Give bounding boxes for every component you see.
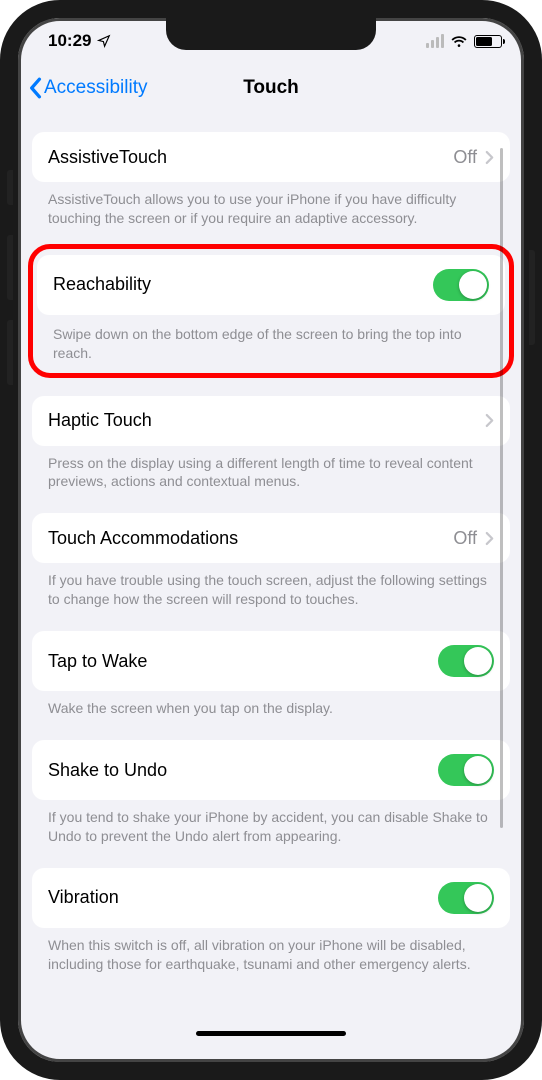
location-icon [97,34,111,48]
chevron-right-icon [485,413,494,428]
page-title: Touch [243,77,299,99]
row-label: Tap to Wake [48,651,147,672]
row-description: Swipe down on the bottom edge of the scr… [37,315,505,363]
shake-to-undo-row[interactable]: Shake to Undo [32,740,510,800]
row-description: If you tend to shake your iPhone by acci… [32,800,510,846]
chevron-right-icon [485,150,494,165]
reachability-row[interactable]: Reachability [37,255,505,315]
row-description: AssistiveTouch allows you to use your iP… [32,182,510,228]
nav-bar: Accessibility Touch [18,64,524,112]
home-indicator[interactable] [196,1031,346,1036]
status-time: 10:29 [48,31,91,51]
back-button[interactable]: Accessibility [28,77,147,99]
scroll-indicator[interactable] [500,148,503,828]
assistivetouch-row[interactable]: AssistiveTouch Off [32,132,510,182]
row-value: Off [453,528,477,549]
row-description: If you have trouble using the touch scre… [32,563,510,609]
row-label: Touch Accommodations [48,528,238,549]
settings-list[interactable]: AssistiveTouch Off AssistiveTouch allows… [18,112,524,1042]
tap-to-wake-toggle[interactable] [438,645,494,677]
wifi-icon [450,34,468,48]
haptic-touch-row[interactable]: Haptic Touch [32,396,510,446]
shake-to-undo-toggle[interactable] [438,754,494,786]
tap-to-wake-row[interactable]: Tap to Wake [32,631,510,691]
back-label: Accessibility [44,77,147,99]
row-label: Shake to Undo [48,760,167,781]
row-label: Reachability [53,274,151,295]
row-description: When this switch is off, all vibration o… [32,928,510,974]
chevron-right-icon [485,531,494,546]
row-label: AssistiveTouch [48,147,167,168]
touch-accommodations-row[interactable]: Touch Accommodations Off [32,513,510,563]
vibration-row[interactable]: Vibration [32,868,510,928]
row-label: Vibration [48,887,119,908]
row-description: Wake the screen when you tap on the disp… [32,691,510,718]
vibration-toggle[interactable] [438,882,494,914]
chevron-left-icon [28,77,42,99]
row-label: Haptic Touch [48,410,152,431]
row-description: Press on the display using a different l… [32,446,510,492]
cellular-icon [426,34,444,48]
battery-icon [474,35,502,48]
annotation-highlight: Reachability Swipe down on the bottom ed… [28,244,514,378]
row-value: Off [453,147,477,168]
reachability-toggle[interactable] [433,269,489,301]
